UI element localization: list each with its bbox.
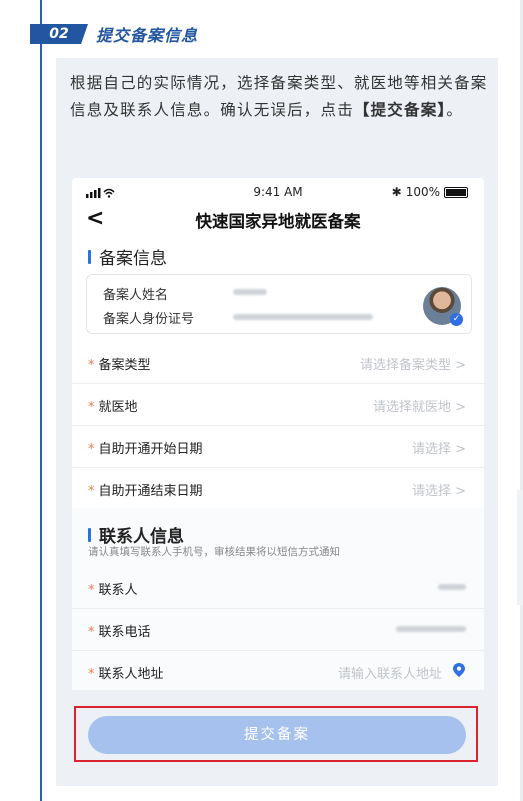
nav-title: 快速国家异地就医备案 <box>195 212 361 231</box>
intro-end: 。 <box>446 101 464 119</box>
applicant-id-label: 备案人身份证号 <box>103 312 195 327</box>
required-mark: * <box>88 583 95 598</box>
row-label: 联系人 <box>98 583 138 598</box>
applicant-id-value <box>233 314 373 320</box>
applicant-name-label: 备案人姓名 <box>103 288 169 303</box>
row-label: 备案类型 <box>98 358 151 373</box>
section-marker <box>88 249 91 264</box>
battery-indicator: ✱ 100% <box>392 185 468 199</box>
row-end-date[interactable]: * 自助开通结束日期 请选择 > <box>72 467 484 510</box>
applicant-name-value <box>233 289 267 295</box>
applicant-card: 备案人姓名 备案人身份证号 ✓ <box>86 274 472 334</box>
required-mark: * <box>88 400 95 415</box>
row-placeholder: 请选择就医地 > <box>372 400 466 415</box>
row-label: 就医地 <box>98 400 138 415</box>
row-label: 自助开通开始日期 <box>98 442 203 457</box>
contact-name-value <box>438 584 466 590</box>
row-label: 联系电话 <box>98 625 151 640</box>
step-title: 提交备案信息 <box>96 26 199 45</box>
location-pin-icon[interactable] <box>452 663 466 677</box>
row-label: 联系人地址 <box>98 667 164 682</box>
battery-icon <box>444 186 468 198</box>
intro-paragraph: 根据自己的实际情况，选择备案类型、就医地等相关备案信息及联系人信息。确认无误后，… <box>70 70 488 124</box>
row-placeholder: 请选择备案类型 > <box>359 358 466 373</box>
section-marker <box>88 527 91 542</box>
row-contact-name[interactable]: * 联系人 <box>72 566 484 609</box>
row-label: 自助开通结束日期 <box>98 484 203 499</box>
contact-phone-value <box>396 626 466 632</box>
section-header-record-info: 备案信息 <box>88 244 167 269</box>
row-contact-address[interactable]: * 联系人地址 请输入联系人地址 <box>72 650 484 692</box>
required-mark: * <box>88 484 95 499</box>
step-number-badge: 02 <box>30 24 88 44</box>
bluetooth-icon: ✱ <box>391 185 402 199</box>
intro-emphasis: 【提交备案】 <box>353 101 447 119</box>
required-mark: * <box>88 625 95 640</box>
row-record-type[interactable]: * 备案类型 请选择备案类型 > <box>72 341 484 384</box>
right-edge-panel <box>517 490 523 605</box>
required-mark: * <box>88 442 95 457</box>
left-timeline-rail <box>40 0 42 801</box>
row-contact-phone[interactable]: * 联系电话 <box>72 608 484 651</box>
submit-record-button[interactable]: 提交备案 <box>88 716 466 754</box>
required-mark: * <box>88 358 95 373</box>
row-start-date[interactable]: * 自助开通开始日期 请选择 > <box>72 425 484 468</box>
status-bar: 9:41 AM ✱ 100% <box>72 178 484 204</box>
nav-bar: < 快速国家异地就医备案 <box>72 204 484 240</box>
row-placeholder: 请输入联系人地址 <box>337 667 442 682</box>
row-placeholder: 请选择 > <box>411 442 466 457</box>
required-mark: * <box>88 667 95 682</box>
contact-hint: 请认真填写联系人手机号，审核结果将以短信方式通知 <box>88 546 340 558</box>
battery-percent: 100% <box>405 185 440 199</box>
phone-screen: 9:41 AM ✱ 100% < 快速国家异地就医备案 备案信息 备案人姓名 备… <box>72 178 484 690</box>
row-medical-location[interactable]: * 就医地 请选择就医地 > <box>72 383 484 426</box>
row-placeholder: 请选择 > <box>411 484 466 499</box>
section-title: 备案信息 <box>99 249 167 269</box>
verified-check-icon: ✓ <box>450 313 463 326</box>
